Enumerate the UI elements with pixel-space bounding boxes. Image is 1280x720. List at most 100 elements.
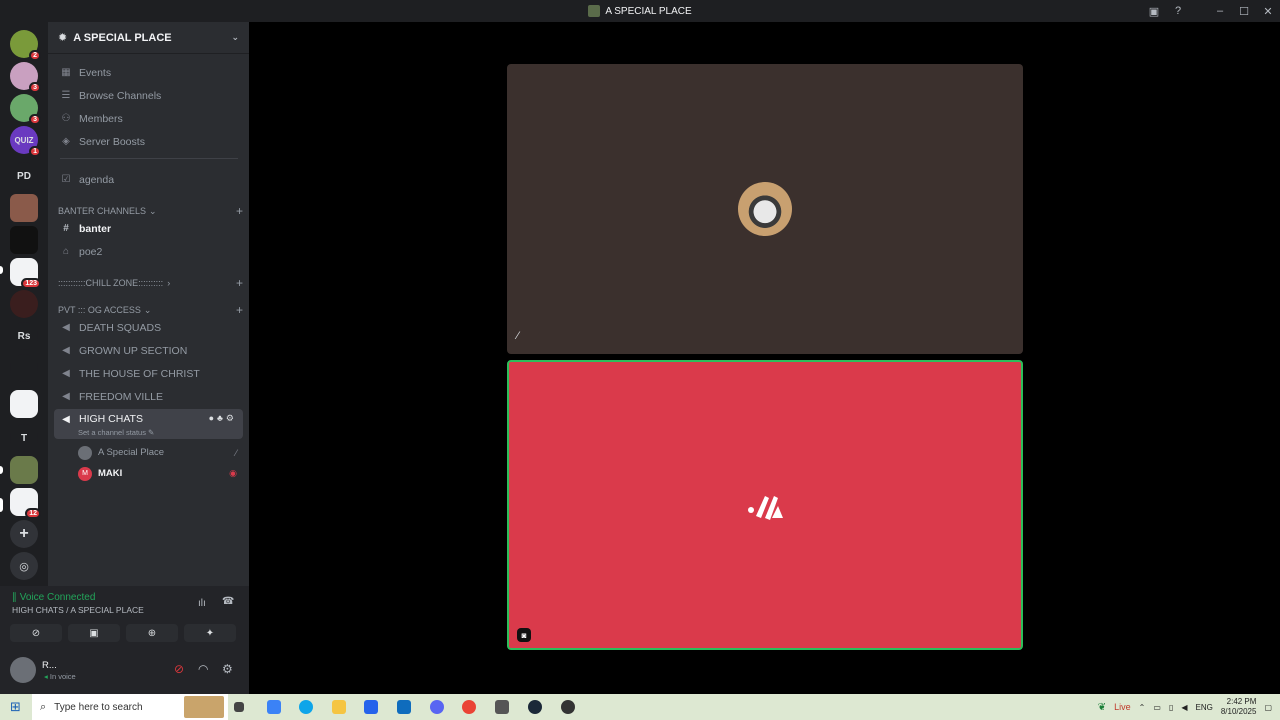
- server-icon[interactable]: 3: [10, 62, 41, 93]
- discover-icon[interactable]: ◎: [10, 552, 38, 580]
- server-icon[interactable]: 12: [10, 488, 41, 519]
- avatar: [745, 488, 789, 524]
- add-channel-icon[interactable]: +: [236, 204, 243, 218]
- add-channel-icon[interactable]: +: [236, 276, 243, 290]
- live-label[interactable]: Live: [1114, 702, 1131, 712]
- copilot-icon[interactable]: [267, 700, 281, 714]
- settings-icon[interactable]: ⚙: [226, 413, 237, 423]
- menu-item-events[interactable]: ▦ Events: [54, 62, 243, 83]
- activities-button[interactable]: ⊕: [126, 624, 178, 642]
- video-tile[interactable]: ⁄: [507, 64, 1023, 354]
- category-banter[interactable]: BANTER CHANNELS ⌄ +: [58, 204, 243, 218]
- voice-channel-active[interactable]: ◀ HIGH CHATS ●♣⚙ Set a channel status ✎: [54, 409, 243, 439]
- rules-icon: ☑: [61, 174, 71, 185]
- mention-badge: 1: [29, 146, 41, 157]
- list-icon: ☰: [61, 90, 71, 101]
- avatar[interactable]: [10, 657, 36, 683]
- server-icon[interactable]: 3: [10, 94, 41, 125]
- channel-banter[interactable]: # banter: [54, 218, 243, 239]
- server-icon[interactable]: Rs: [10, 322, 38, 350]
- system-tray: ❦ Live ⌃ ▭ ▯ ◀ ENG 2:42 PM 8/10/2025 ▢: [1098, 694, 1272, 720]
- help-icon[interactable]: ?: [1166, 5, 1190, 17]
- chrome-icon[interactable]: [462, 700, 476, 714]
- taskbar: ⊞ ⌕ Type here to search ❦ Live ⌃ ▭ ▯ ◀ E…: [0, 694, 1280, 720]
- channel-agenda[interactable]: ☑ agenda: [54, 169, 243, 190]
- mic-muted-icon[interactable]: ⊘: [174, 662, 184, 676]
- headphones-icon[interactable]: ◠: [198, 662, 208, 676]
- voice-status[interactable]: ∥ Voice Connected: [12, 592, 95, 603]
- server-icon[interactable]: 123: [10, 258, 41, 289]
- weather-icon[interactable]: ❦: [1098, 702, 1106, 713]
- store-icon[interactable]: [364, 700, 378, 714]
- boost-icon: ◈: [62, 136, 70, 147]
- channel-poe2[interactable]: ⌂ poe2: [54, 241, 243, 262]
- maximize-button[interactable]: ☐: [1232, 5, 1256, 18]
- server-icon[interactable]: 2: [10, 30, 41, 61]
- menu-item-members[interactable]: ⚇ Members: [54, 108, 243, 129]
- server-icon[interactable]: [10, 390, 38, 418]
- server-icon[interactable]: [10, 226, 38, 254]
- inbox-icon[interactable]: ▣: [1142, 5, 1166, 18]
- noise-suppression-icon[interactable]: ılı: [198, 598, 206, 609]
- hash-icon: #: [63, 223, 69, 234]
- file-explorer-icon[interactable]: [332, 700, 346, 714]
- taskbar-search[interactable]: ⌕ Type here to search: [32, 694, 228, 720]
- server-icon[interactable]: [10, 354, 38, 382]
- camera-button[interactable]: ⊘: [10, 624, 62, 642]
- channel-status[interactable]: Set a channel status ✎: [78, 428, 154, 437]
- windows-start-icon[interactable]: ⊞: [10, 699, 21, 715]
- task-view-icon[interactable]: [234, 702, 244, 712]
- settings-icon[interactable]: ⚙: [222, 662, 233, 676]
- voice-user[interactable]: A Special Place ⁄: [76, 442, 243, 463]
- voice-channel[interactable]: ◀ GROWN UP SECTION: [54, 340, 243, 361]
- unread-indicator: [0, 466, 3, 474]
- screen-share-button[interactable]: ▣: [68, 624, 120, 642]
- server-icon[interactable]: QUIZ 1: [10, 126, 41, 157]
- steam-icon[interactable]: [528, 700, 542, 714]
- notifications-icon[interactable]: ▢: [1264, 703, 1272, 712]
- forum-icon: ⌂: [62, 246, 70, 257]
- menu-item-browse-channels[interactable]: ☰ Browse Channels: [54, 85, 243, 106]
- server-icon[interactable]: T: [10, 424, 38, 452]
- server-header[interactable]: ✹ A SPECIAL PLACE ⌄: [48, 22, 249, 54]
- channel-sidebar: ✹ A SPECIAL PLACE ⌄ ▦ Events ☰ Browse Chan…: [48, 22, 249, 586]
- soundboard-icon: ✦: [205, 627, 215, 639]
- language-label[interactable]: ENG: [1196, 703, 1213, 712]
- voice-user[interactable]: M MAKI ◉: [76, 463, 243, 484]
- add-server-icon[interactable]: +: [10, 520, 38, 548]
- voice-channel[interactable]: ◀ DEATH SQUADS: [54, 317, 243, 338]
- invite-icon[interactable]: ♣: [217, 413, 226, 423]
- voice-path[interactable]: HIGH CHATS / A SPECIAL PLACE: [12, 605, 144, 615]
- soundboard-button[interactable]: ✦: [184, 624, 236, 642]
- category-chill-zone[interactable]: :::::::::::CHILL ZONE:::::::::: › +: [58, 276, 243, 290]
- disconnect-icon[interactable]: ☎: [222, 596, 234, 607]
- menu-item-server-boosts[interactable]: ◈ Server Boosts: [54, 131, 243, 152]
- app-icon[interactable]: [495, 700, 509, 714]
- app-icon[interactable]: [561, 700, 575, 714]
- edge-icon[interactable]: [299, 700, 313, 714]
- category-pvt[interactable]: PVT ::: OG ACCESS ⌄ +: [58, 303, 243, 317]
- add-channel-icon[interactable]: +: [236, 303, 243, 317]
- chat-icon[interactable]: ●: [209, 413, 217, 423]
- server-icon[interactable]: PD: [10, 162, 38, 190]
- video-tile-speaking[interactable]: ◙: [507, 360, 1023, 650]
- members-icon: ⚇: [61, 113, 71, 124]
- discord-icon[interactable]: [430, 700, 444, 714]
- server-icon[interactable]: [10, 194, 38, 222]
- window-title-text: A SPECIAL PLACE: [605, 5, 692, 17]
- server-name: A SPECIAL PLACE: [73, 31, 172, 44]
- minimize-button[interactable]: –: [1208, 5, 1232, 17]
- date: 8/10/2025: [1220, 707, 1257, 716]
- server-icon[interactable]: [10, 290, 38, 318]
- mention-badge: 2: [29, 50, 41, 61]
- voice-channel[interactable]: ◀ FREEDOM VILLE: [54, 386, 243, 407]
- chevron-up-icon[interactable]: ⌃: [1139, 703, 1146, 712]
- clock[interactable]: 2:42 PM 8/10/2025: [1221, 697, 1257, 717]
- server-icon[interactable]: [10, 456, 38, 484]
- close-button[interactable]: ✕: [1256, 5, 1280, 18]
- outlook-icon[interactable]: [397, 700, 411, 714]
- volume-icon[interactable]: ◀: [1181, 703, 1187, 712]
- network-icon[interactable]: ▭: [1153, 703, 1161, 712]
- battery-icon[interactable]: ▯: [1169, 703, 1173, 712]
- voice-channel[interactable]: ◀ THE HOUSE OF CHRIST: [54, 363, 243, 384]
